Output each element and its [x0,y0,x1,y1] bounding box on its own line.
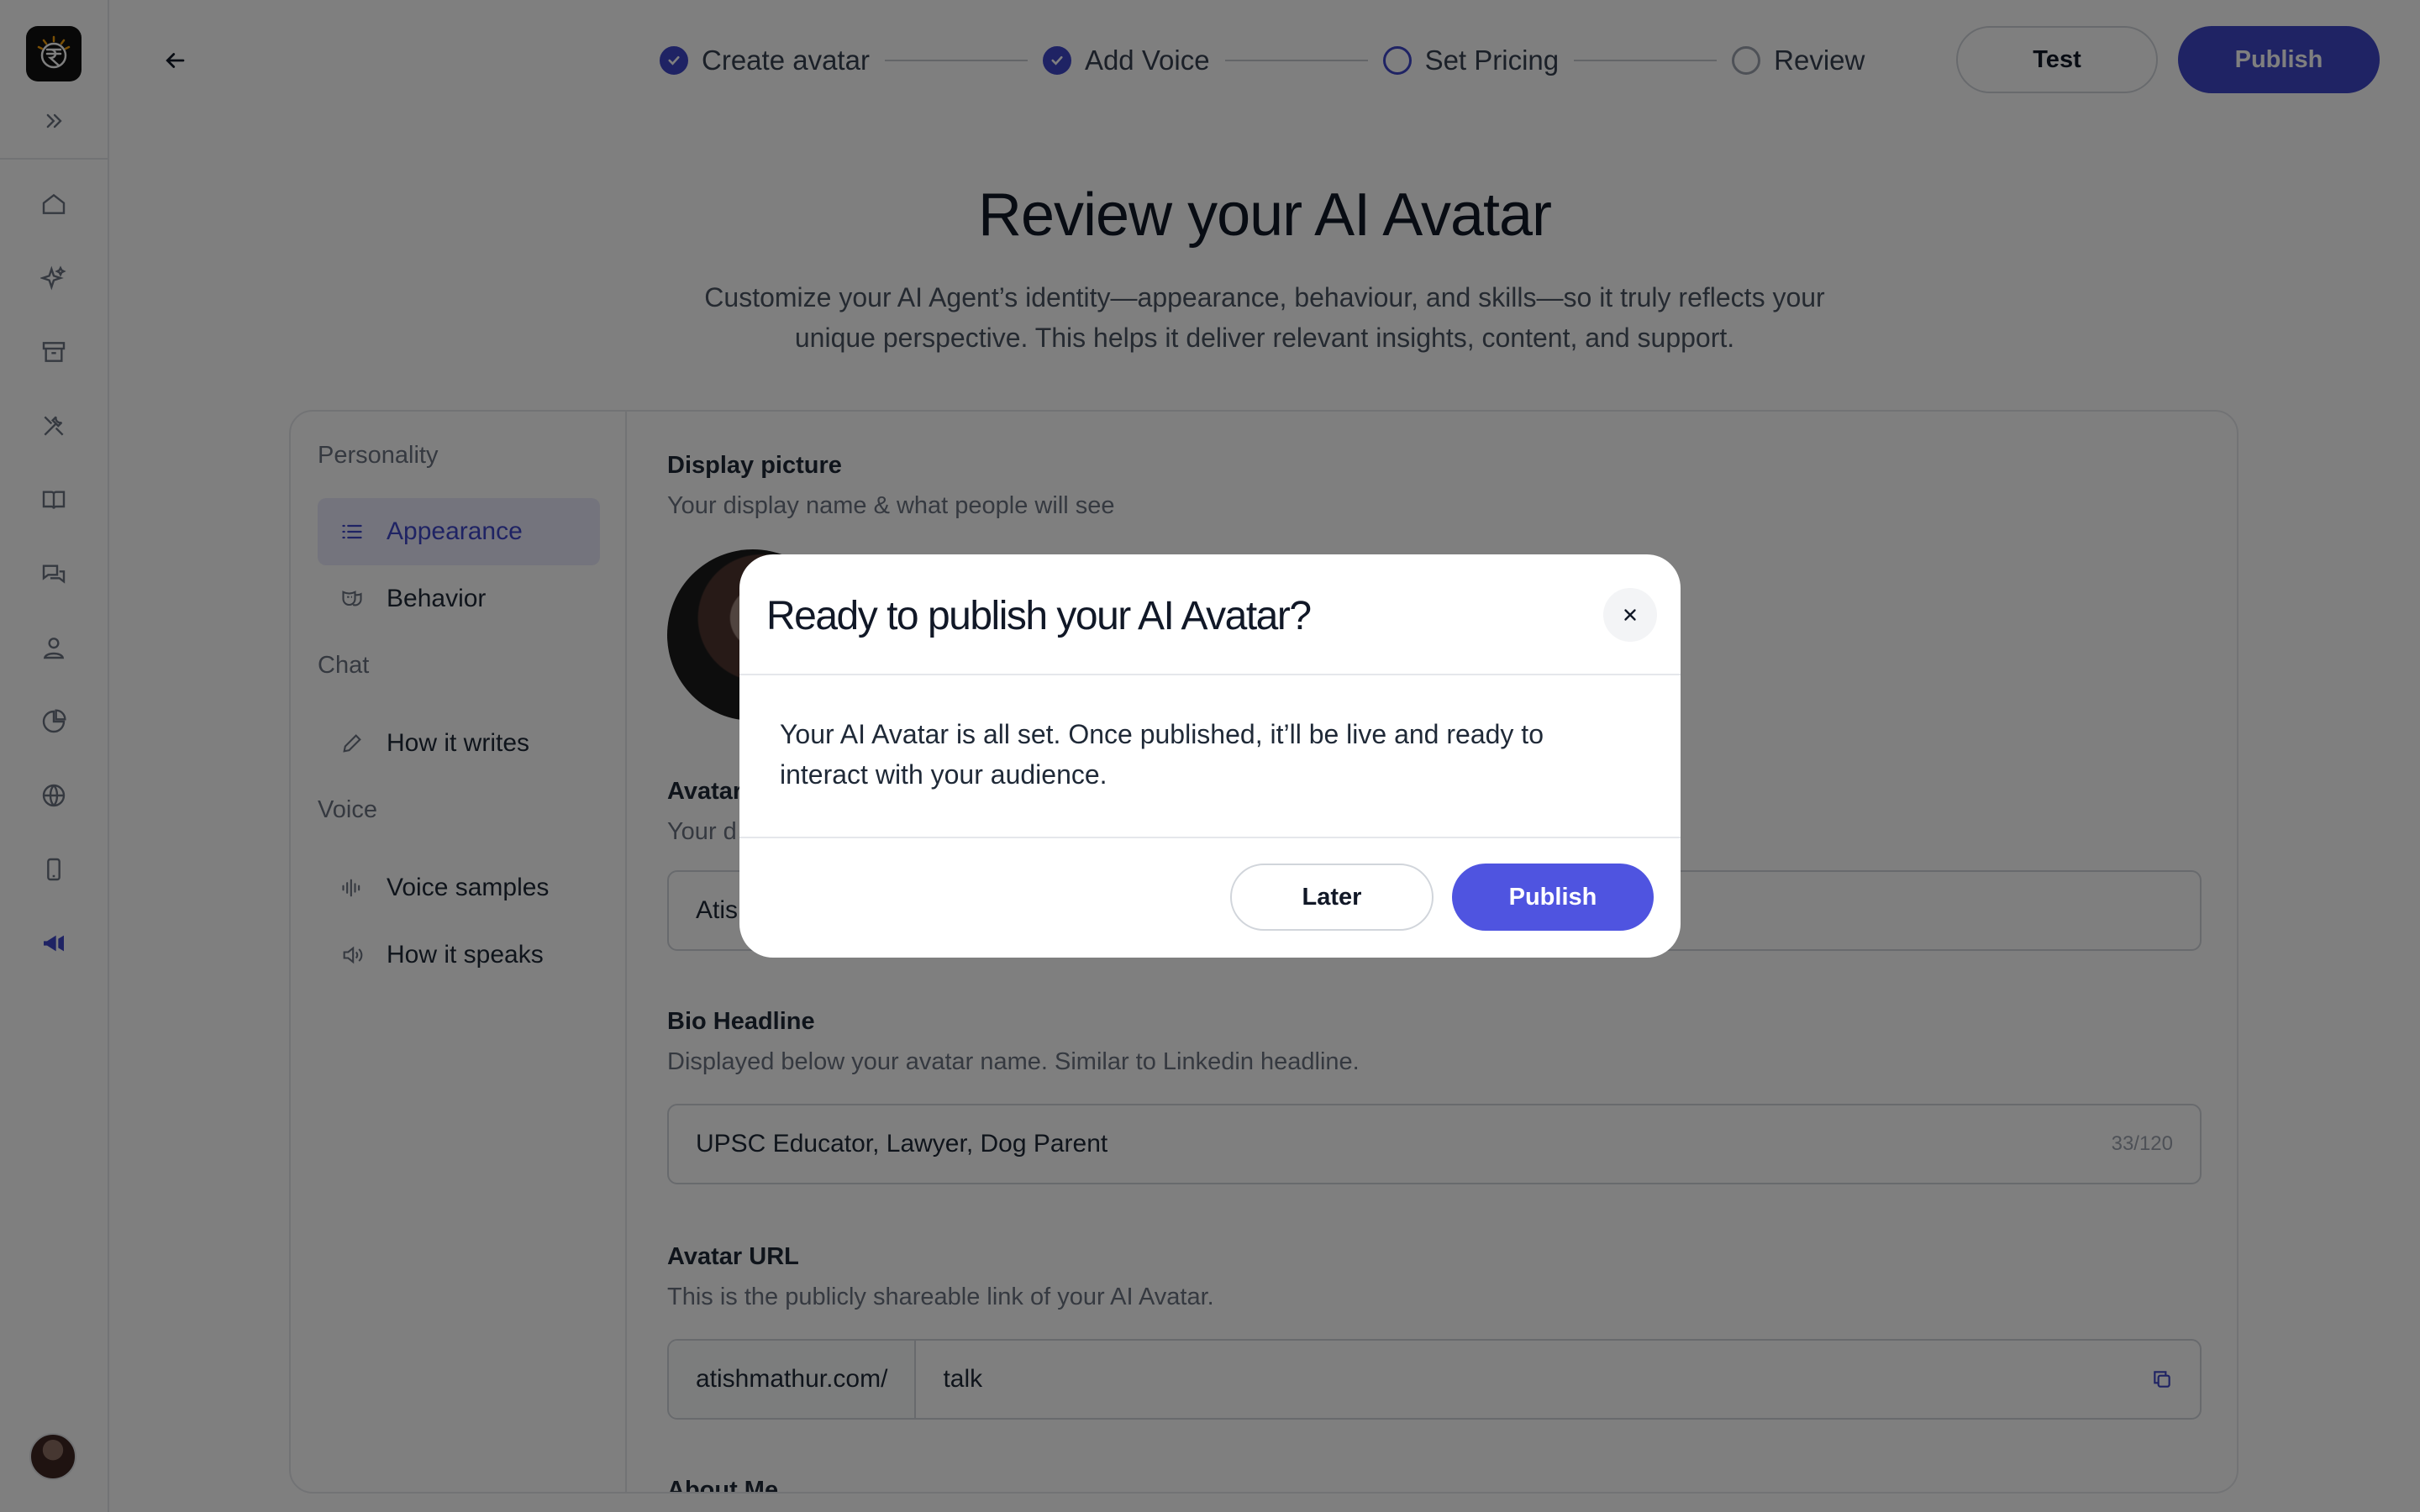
modal-divider [739,837,1681,838]
confirm-publish-button[interactable]: Publish [1452,864,1654,931]
later-button[interactable]: Later [1230,864,1434,931]
modal-divider [739,674,1681,675]
close-icon[interactable] [1603,588,1657,642]
modal-title: Ready to publish your AI Avatar? [766,594,1312,638]
publish-confirmation-modal: Ready to publish your AI Avatar? Your AI… [739,554,1681,958]
modal-body-text: Your AI Avatar is all set. Once publishe… [780,719,1544,790]
